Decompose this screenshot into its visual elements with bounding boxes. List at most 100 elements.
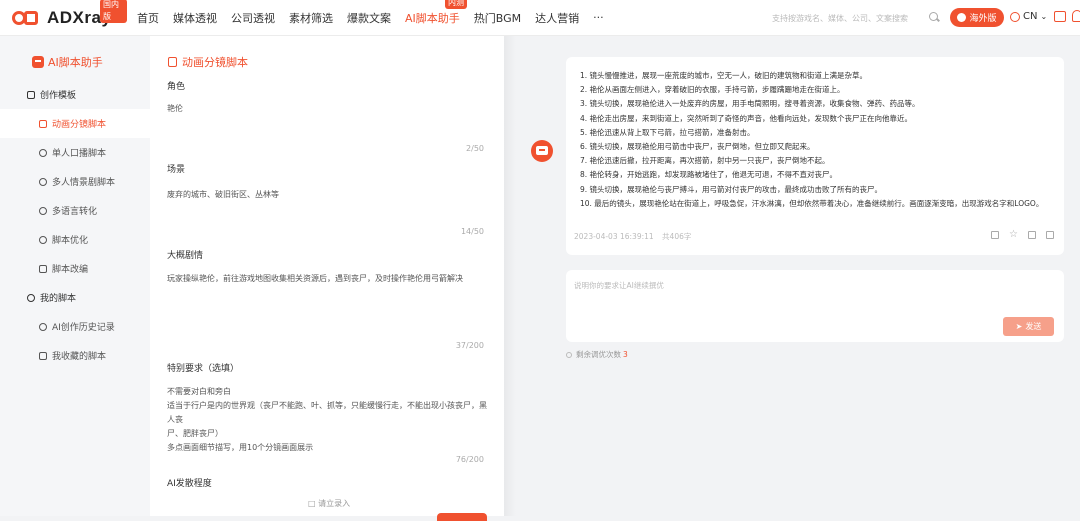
answer-line: 10. 最后的镜头，展现艳伦站在街道上，呼吸急促，汗水淋漓，但却依然带着决心，准… <box>580 198 1044 208</box>
answer-line: 6. 镜头切换，展现艳伦用弓箭击中丧尸，丧尸倒地，但立即又爬起来。 <box>580 142 815 152</box>
nav-item-bgm[interactable]: 热门BGM <box>474 10 521 26</box>
answer-line: 8. 艳伦转身，开始逃跑，却发现路被堵住了，他退无可退，不得不直对丧尸。 <box>580 170 838 180</box>
sidebar-group-label: 创作模板 <box>40 91 77 101</box>
special-line: 尸、肥胖丧尸） <box>167 429 223 438</box>
ai-answer-card: 1. 镜头慢慢推进，展现一座荒废的城市，空无一人，破旧的建筑物和街道上满是杂草。… <box>566 57 1064 255</box>
nav-item-materials[interactable]: 素材筛选 <box>289 10 333 26</box>
bookmark-icon <box>39 351 47 360</box>
sidebar-item-label: 多语言转化 <box>52 207 98 217</box>
panel-divider <box>504 36 516 516</box>
sidebar-item-storyboard[interactable]: 动画分镜脚本 <box>0 109 150 138</box>
overseas-label: 海外版 <box>969 14 997 24</box>
remaining-count: 3 <box>623 350 628 359</box>
ai-avatar-icon <box>531 140 553 162</box>
special-label: 特别要求（选填） <box>167 364 240 374</box>
sidebar-item-multi-scene[interactable]: 多人情景剧脚本 <box>0 167 150 196</box>
special-char-count: 76/200 <box>455 455 484 464</box>
sidebar-item-label: AI创作历史记录 <box>52 323 115 333</box>
answer-timestamp: 2023-04-03 16:39:11 <box>574 232 654 241</box>
plot-field[interactable]: 玩家操纵艳伦，前往游戏地图收集相关资源后，遇到丧尸，及时操作艳伦用弓箭解决 <box>167 273 487 284</box>
sidebar-item-label: 脚本改编 <box>52 265 89 275</box>
search-input[interactable]: 支持按游戏名、媒体、公司、文案搜索 <box>772 13 908 24</box>
folder-icon <box>27 293 35 302</box>
scene-label: 场景 <box>167 165 186 175</box>
send-button[interactable]: ➤ 发送 <box>1003 317 1054 336</box>
user-icon[interactable] <box>1072 10 1080 22</box>
nav-item-influencer[interactable]: 达人营销 <box>535 10 579 26</box>
main-nav: 首页 媒体透视 公司透视 素材筛选 爆款文案 AI脚本助手 内测 热门BGM 达… <box>137 0 618 26</box>
robot-icon <box>32 56 44 68</box>
sidebar-item-history[interactable]: AI创作历史记录 <box>0 312 150 341</box>
sidebar: AI脚本助手 创作模板 动画分镜脚本 单人口播脚本 多人情景剧脚本 多语言转化 … <box>0 36 150 516</box>
special-line: 适当于行户是内的世界观（丧尸不能跑、叶、抓等，只能缓慢行走，不能出现小孩丧尸，黑… <box>167 401 487 424</box>
remaining-label: 剩余调优次数 <box>576 350 621 359</box>
region-badge: 国内版 <box>100 0 127 23</box>
sidebar-title-label: AI脚本助手 <box>48 56 103 69</box>
sidebar-item-adapt[interactable]: 脚本改编 <box>0 254 150 283</box>
search-icon[interactable] <box>929 12 938 21</box>
info-icon <box>566 351 572 358</box>
nav-item-company[interactable]: 公司透视 <box>231 10 275 26</box>
sidebar-group-my-scripts[interactable]: 我的脚本 <box>27 283 150 312</box>
document-icon <box>168 57 177 67</box>
document-icon <box>39 119 47 128</box>
plot-char-count: 37/200 <box>455 341 484 350</box>
nav-item-media[interactable]: 媒体透视 <box>173 10 217 26</box>
clock-icon <box>39 235 47 244</box>
language-switch[interactable]: CN ⌄ <box>1010 11 1047 22</box>
sidebar-group-templates[interactable]: 创作模板 <box>27 80 150 109</box>
special-field[interactable]: 不需要对白和旁白 适当于行户是内的世界观（丧尸不能跑、叶、抓等，只能缓慢行走，不… <box>167 385 487 455</box>
input-hint[interactable]: □ 请立录入 <box>308 498 350 509</box>
overseas-version-button[interactable]: 海外版 <box>950 8 1004 27</box>
thumbs-down-icon[interactable] <box>1046 231 1054 239</box>
history-icon <box>39 322 47 331</box>
sidebar-item-single-talk[interactable]: 单人口播脚本 <box>0 138 150 167</box>
language-label: CN <box>1023 11 1038 22</box>
nav-item-copywriting[interactable]: 爆款文案 <box>347 10 391 26</box>
edit-icon <box>27 90 35 99</box>
form-title: 动画分镜脚本 <box>168 54 248 70</box>
answer-text: 1. 镜头慢慢推进，展现一座荒废的城市，空无一人，破旧的建筑物和街道上满是杂草。… <box>580 69 1043 211</box>
message-icon[interactable] <box>1054 11 1066 22</box>
nav-item-more[interactable]: ··· <box>593 11 604 24</box>
globe-icon <box>1010 11 1020 22</box>
answer-line: 7. 艳伦迅速后撤，拉开距离，再次搭箭，射中另一只丧尸，丧尸倒地不起。 <box>580 156 830 166</box>
plot-label: 大概剧情 <box>167 251 204 261</box>
star-icon[interactable]: ☆ <box>1009 230 1018 240</box>
scene-field[interactable]: 废弃的城市、破旧街区、丛林等 <box>167 189 487 200</box>
special-line: 不需要对白和旁白 <box>167 387 231 396</box>
script-form: 动画分镜脚本 角色 艳伦 2/50 场景 废弃的城市、破旧街区、丛林等 14/5… <box>150 36 504 521</box>
answer-line: 3. 镜头切换，展现艳伦进入一处废弃的房屋，用手电筒照明，搜寻着资源，收集食物、… <box>580 99 920 109</box>
role-char-count: 2/50 <box>466 144 484 153</box>
logo[interactable]: ADXray 国内版 <box>12 0 127 28</box>
thumbs-up-icon[interactable] <box>1028 231 1036 239</box>
sidebar-item-label: 动画分镜脚本 <box>52 120 107 130</box>
input-hint-label: 请立录入 <box>318 499 351 508</box>
sidebar-item-favorites[interactable]: 我收藏的脚本 <box>0 341 150 370</box>
sidebar-item-optimize[interactable]: 脚本优化 <box>0 225 150 254</box>
sidebar-item-label: 多人情景剧脚本 <box>52 178 116 188</box>
scene-char-count: 14/50 <box>460 227 484 236</box>
logo-icon <box>12 10 42 26</box>
beta-badge: 内测 <box>445 0 467 9</box>
nav-item-home[interactable]: 首页 <box>137 10 159 26</box>
sidebar-item-translate[interactable]: 多语言转化 <box>0 196 150 225</box>
special-line: 多点画面细节描写，用10个分镜画面展示 <box>167 443 314 452</box>
role-label: 角色 <box>167 82 186 92</box>
nav-item-ai-script[interactable]: AI脚本助手 内测 <box>405 0 467 26</box>
sidebar-item-label: 我收藏的脚本 <box>52 352 107 362</box>
divergence-label: AI发散程度 <box>167 479 212 489</box>
refine-input[interactable]: 说明你的要求让AI继续撰优 ➤ 发送 <box>566 270 1064 342</box>
generate-button[interactable] <box>437 513 487 521</box>
copy-icon[interactable] <box>991 231 999 239</box>
role-field[interactable]: 艳伦 <box>167 103 487 114</box>
globe-icon <box>957 13 967 22</box>
translate-icon <box>39 206 47 215</box>
remaining-tries: 剩余调优次数 3 <box>566 349 628 360</box>
answer-line: 5. 艳伦迅速从背上取下弓箭，拉弓搭箭，准备射击。 <box>580 127 755 137</box>
answer-line: 1. 镜头慢慢推进，展现一座荒废的城市，空无一人，破旧的建筑物和街道上满是杂草。 <box>580 71 868 80</box>
answer-actions: ☆ <box>981 230 1054 240</box>
sidebar-item-label: 单人口播脚本 <box>52 149 107 159</box>
answer-line: 2. 艳伦从画面左侧进入，穿着破旧的衣服，手持弓箭，步履蹒跚地走在街道上。 <box>580 85 845 95</box>
send-label: 发送 <box>1025 322 1042 331</box>
